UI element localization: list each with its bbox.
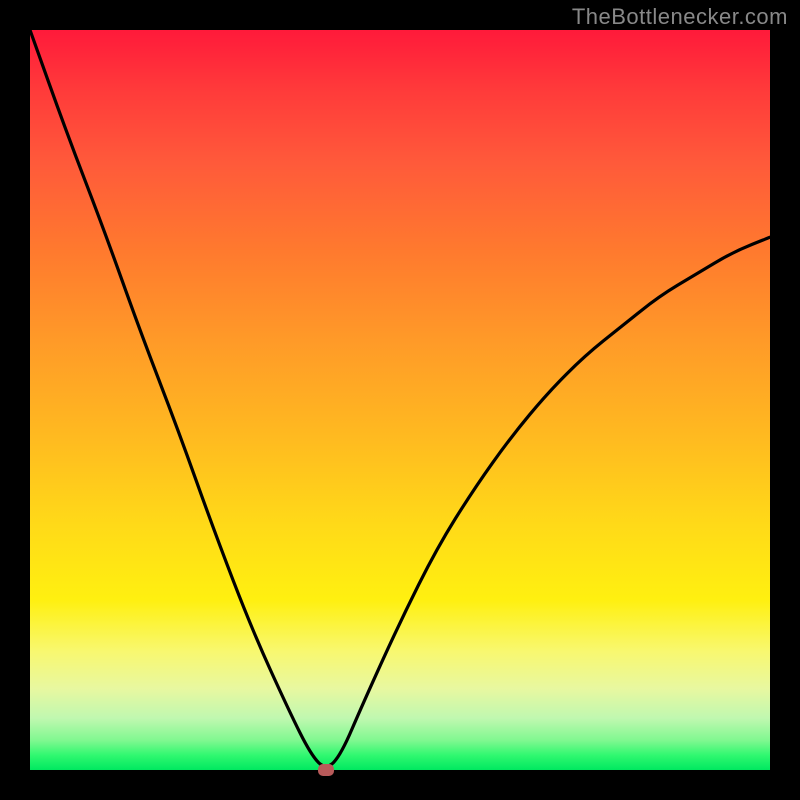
chart-container: TheBottlenecker.com (0, 0, 800, 800)
watermark-text: TheBottlenecker.com (572, 4, 788, 30)
bottleneck-curve (30, 30, 770, 766)
plot-area (30, 30, 770, 770)
optimal-point-marker (318, 764, 334, 776)
curve-layer (30, 30, 770, 770)
